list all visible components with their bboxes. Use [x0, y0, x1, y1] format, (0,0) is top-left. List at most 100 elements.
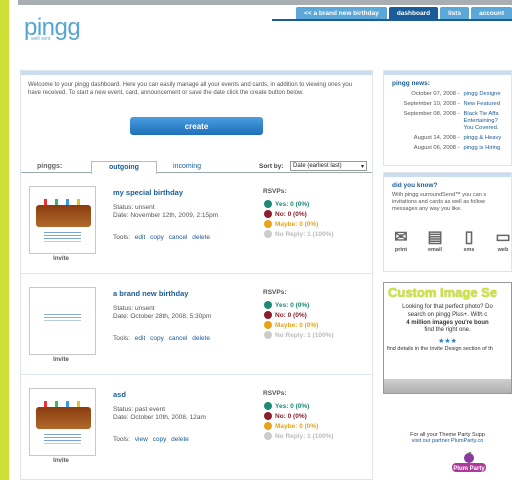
- tab-lists[interactable]: lists: [440, 7, 470, 19]
- news-item-cont[interactable]: -Entertaining?: [384, 118, 511, 125]
- news-item[interactable]: September 08, 2008 - Black Tie Affa: [384, 111, 511, 118]
- news-item[interactable]: October 07, 2008 - pingg Designe: [384, 91, 511, 101]
- invite-thumbnail[interactable]: [29, 287, 96, 355]
- custom-image-ad[interactable]: Custom Image Se Looking for that perfect…: [383, 282, 512, 394]
- invite-label[interactable]: Invite: [41, 256, 81, 262]
- ad-line: 4 million images you're boun: [406, 319, 489, 326]
- rsvp-no[interactable]: No: 0 (0%): [264, 412, 307, 420]
- top-bar: [18, 0, 512, 5]
- partner-link[interactable]: visit our partner PlumParty.co: [383, 438, 512, 444]
- rsvp-noreply-text: No Reply: 1 (100%): [275, 432, 334, 440]
- event-tools: Tools: edit copy cancel delete: [113, 335, 210, 342]
- rsvp-noreply[interactable]: No Reply: 1 (100%): [264, 432, 334, 440]
- news-link[interactable]: pingg & Heavy: [464, 135, 502, 141]
- cancel-link[interactable]: cancel: [169, 335, 188, 342]
- event-details: Status: unsent Date: November 12th, 2009…: [113, 204, 218, 221]
- news-link[interactable]: New Featured: [464, 101, 500, 107]
- plum-party-logo[interactable]: Plum Party: [451, 452, 487, 474]
- copy-link[interactable]: copy: [150, 335, 164, 342]
- news-item[interactable]: September 10, 2008 - New Featured: [384, 101, 511, 111]
- tab-incoming[interactable]: incoming: [173, 163, 201, 170]
- rsvp-summary: RSVPs: Yes: 0 (0%) No: 0 (0%) Maybe: 0 (…: [263, 188, 334, 238]
- rsvp-label: RSVPs:: [263, 289, 287, 296]
- tools-label: Tools:: [113, 234, 130, 241]
- cake-image: [36, 407, 91, 429]
- send-methods: ✉ print ▤ email ▯ sms ▭ web: [390, 227, 512, 253]
- tab-dashboard[interactable]: dashboard: [388, 7, 439, 19]
- delete-link[interactable]: delete: [192, 335, 210, 342]
- ad-line: find the right one.: [424, 327, 471, 334]
- news-date: September 10, 2008: [403, 101, 456, 107]
- event-name[interactable]: a brand new birthday: [113, 289, 188, 298]
- rsvp-maybe[interactable]: Maybe: 0 (0%): [264, 422, 318, 430]
- news-title: pingg news:: [392, 80, 430, 87]
- delete-link[interactable]: delete: [192, 234, 210, 241]
- delete-link[interactable]: delete: [171, 436, 189, 443]
- event-name[interactable]: asd: [113, 390, 126, 399]
- event-name[interactable]: my special birthday: [113, 188, 183, 197]
- news-date: October 07, 2008: [411, 91, 456, 97]
- news-link[interactable]: pingg Designe: [464, 91, 501, 97]
- star-icon: ★★★: [438, 338, 457, 346]
- news-sep: -: [456, 101, 460, 107]
- invite-text-lines: [44, 232, 81, 233]
- edit-link[interactable]: edit: [135, 335, 145, 342]
- invite-thumbnail[interactable]: [29, 186, 96, 254]
- news-item-cont[interactable]: -You Covered.: [384, 125, 511, 135]
- event-date: Date: October 28th, 2008, 5:30pm: [113, 313, 212, 321]
- rsvp-no[interactable]: No: 0 (0%): [264, 311, 307, 319]
- event-date: Date: October 10th, 2008, 12am: [113, 414, 206, 422]
- noreply-icon: [264, 432, 272, 440]
- news-link[interactable]: pingg is Hiring: [464, 145, 501, 151]
- copy-link[interactable]: copy: [150, 234, 164, 241]
- invite-label[interactable]: Invite: [41, 357, 81, 363]
- invite-label[interactable]: Invite: [41, 458, 81, 464]
- maybe-icon: [264, 220, 272, 228]
- news-item[interactable]: August 14, 2008 - pingg & Heavy: [384, 135, 511, 145]
- event-tabs-row: pinggs: outgoing incoming Sort by: Date …: [21, 161, 372, 174]
- web-label: web: [497, 247, 509, 253]
- rsvp-noreply[interactable]: No Reply: 1 (100%): [264, 331, 334, 339]
- news-link[interactable]: You Covered.: [464, 125, 499, 131]
- tab-account[interactable]: account: [471, 7, 512, 19]
- maybe-icon: [264, 321, 272, 329]
- news-item[interactable]: August 06, 2008 - pingg is Hiring: [384, 145, 511, 155]
- rsvp-maybe-text: Maybe: 0 (0%): [275, 422, 319, 430]
- news-sep: -: [456, 111, 460, 117]
- print-method: ✉ print: [390, 227, 412, 253]
- event-details: Status: past event Date: October 10th, 2…: [113, 406, 206, 423]
- camera-image: [384, 379, 511, 393]
- cancel-link[interactable]: cancel: [169, 234, 188, 241]
- event-tools: Tools: view copy delete: [113, 436, 189, 443]
- sort-select[interactable]: Date (earliest last) ▾: [290, 161, 367, 171]
- rsvp-yes[interactable]: Yes: 0 (0%): [264, 200, 309, 208]
- invite-thumbnail[interactable]: [29, 388, 96, 456]
- news-date: August 14, 2008: [413, 135, 456, 141]
- rsvp-yes[interactable]: Yes: 0 (0%): [264, 402, 309, 410]
- news-link[interactable]: Entertaining?: [464, 118, 498, 124]
- web-method: ▭ web: [492, 227, 512, 253]
- did-you-know-panel: did you know? With pingg surroundSend™ y…: [383, 172, 512, 272]
- rsvp-noreply[interactable]: No Reply: 1 (100%): [264, 230, 334, 238]
- tab-outgoing[interactable]: outgoing: [91, 161, 157, 174]
- rsvp-label: RSVPs:: [263, 188, 287, 195]
- rsvp-no[interactable]: No: 0 (0%): [264, 210, 307, 218]
- rsvp-summary: RSVPs: Yes: 0 (0%) No: 0 (0%) Maybe: 0 (…: [263, 390, 334, 440]
- partner-footer: For all your Theme Party Supp visit our …: [383, 432, 512, 444]
- noreply-icon: [264, 331, 272, 339]
- event-details: Status: unsent Date: October 28th, 2008,…: [113, 305, 211, 322]
- rsvp-maybe[interactable]: Maybe: 0 (0%): [264, 220, 318, 228]
- edit-link[interactable]: edit: [135, 234, 145, 241]
- rsvp-maybe[interactable]: Maybe: 0 (0%): [264, 321, 318, 329]
- rsvp-noreply-text: No Reply: 1 (100%): [275, 331, 334, 339]
- rsvp-yes[interactable]: Yes: 0 (0%): [264, 301, 309, 309]
- create-button[interactable]: create: [130, 117, 263, 135]
- yes-icon: [264, 301, 272, 309]
- copy-link[interactable]: copy: [153, 436, 167, 443]
- left-accent-bar: [0, 0, 9, 480]
- news-link[interactable]: Black Tie Affa: [464, 111, 499, 117]
- welcome-text: Welcome to your pingg dashboard. Here yo…: [28, 82, 353, 96]
- view-link[interactable]: view: [135, 436, 148, 443]
- tab-back-to-event[interactable]: << a brand new birthday: [296, 7, 387, 19]
- event-status: Status: unsent: [113, 305, 155, 312]
